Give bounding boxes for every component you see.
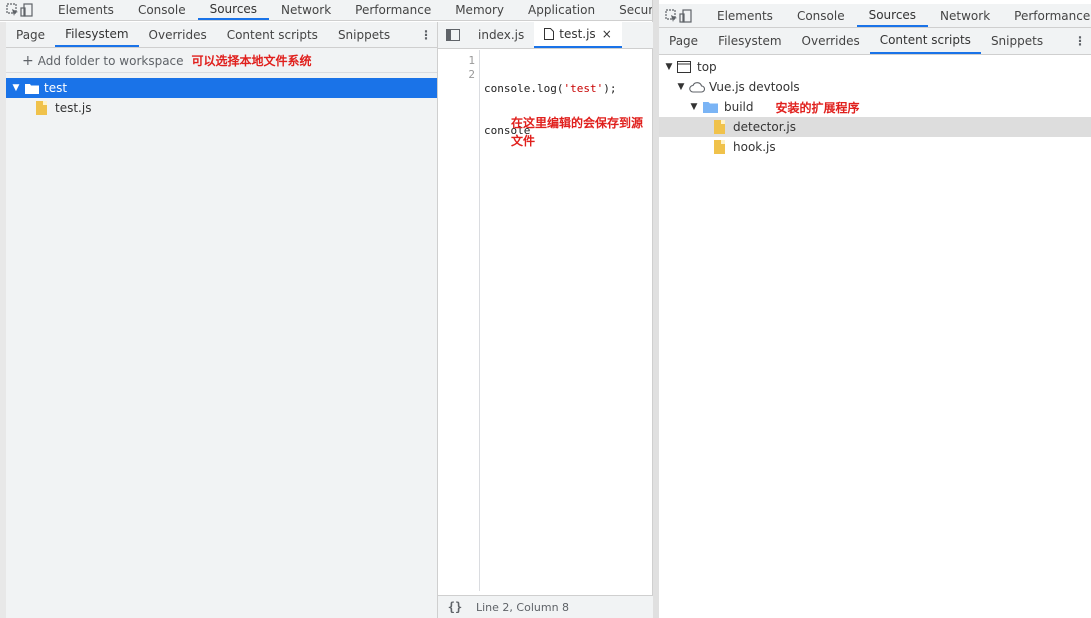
tree-file-detector-js[interactable]: detector.js xyxy=(659,117,1091,137)
more-options-icon[interactable]: ⋮ xyxy=(1069,28,1091,54)
tab-memory[interactable]: Memory xyxy=(443,0,516,20)
editor-tab-bar: index.js test.js × xyxy=(438,22,653,49)
add-folder-to-workspace-button[interactable]: + Add folder to workspace 可以选择本地文件系统 xyxy=(6,49,437,73)
main-toolbar: Elements Console Sources Network Perform… xyxy=(0,0,652,21)
navigator-tabs: Page Filesystem Overrides Content script… xyxy=(6,22,437,48)
device-toolbar-icon[interactable] xyxy=(679,4,693,27)
tab-elements[interactable]: Elements xyxy=(705,4,785,27)
tab-sources[interactable]: Sources xyxy=(197,0,270,20)
chevron-down-icon[interactable]: ▼ xyxy=(675,82,687,92)
tab-network[interactable]: Network xyxy=(928,4,1002,27)
tab-security[interactable]: Security xyxy=(607,0,652,20)
nav-tab-snippets[interactable]: Snippets xyxy=(328,22,400,47)
editor-tab-test-js[interactable]: test.js × xyxy=(534,22,622,48)
nav-tab-page[interactable]: Page xyxy=(6,22,55,47)
annotation-extension: 安装的扩展程序 xyxy=(775,100,860,115)
tab-console[interactable]: Console xyxy=(785,4,857,27)
tree-folder-build[interactable]: ▼ build 安装的扩展程序 xyxy=(688,97,860,117)
chevron-down-icon[interactable]: ▼ xyxy=(10,83,22,93)
nav-tab-snippets[interactable]: Snippets xyxy=(981,28,1053,54)
tab-sources[interactable]: Sources xyxy=(856,4,929,27)
pretty-print-button[interactable]: {} xyxy=(438,600,472,614)
cursor-position: Line 2, Column 8 xyxy=(476,600,570,614)
cloud-icon xyxy=(689,82,705,93)
tab-performance[interactable]: Performance xyxy=(1002,4,1091,27)
close-icon[interactable]: × xyxy=(602,27,612,41)
nav-tab-overrides[interactable]: Overrides xyxy=(792,28,870,54)
string-literal: 'test' xyxy=(563,82,604,95)
file-icon xyxy=(714,120,725,134)
tree-folder-label: test xyxy=(44,81,68,95)
tree-file-hook-js[interactable]: hook.js xyxy=(714,137,776,157)
tree-extension-label: Vue.js devtools xyxy=(709,80,800,94)
more-options-icon[interactable]: ⋮ xyxy=(415,22,437,47)
main-toolbar: Elements Console Sources Network Perform… xyxy=(659,4,1091,28)
annotation-editor: 在这里编辑的会保存到源文件 xyxy=(511,116,644,148)
inspect-element-icon[interactable] xyxy=(6,0,20,20)
left-devtools-window: Elements Console Sources Network Perform… xyxy=(0,0,653,618)
annotation-filesystem: 可以选择本地文件系统 xyxy=(191,54,312,68)
add-folder-label: Add folder to workspace xyxy=(37,53,184,68)
navigator-tabs: Page Filesystem Overrides Content script… xyxy=(659,28,1091,55)
nav-tab-page[interactable]: Page xyxy=(659,28,708,54)
chevron-down-icon[interactable]: ▼ xyxy=(688,102,700,112)
line-number: 2 xyxy=(468,68,475,81)
tree-frame-label: top xyxy=(697,60,717,74)
toggle-navigator-icon[interactable] xyxy=(438,22,468,48)
nav-tab-filesystem[interactable]: Filesystem xyxy=(55,22,139,47)
tab-elements[interactable]: Elements xyxy=(46,0,126,20)
editor-status-bar: {} Line 2, Column 8 xyxy=(438,595,653,618)
tree-file-label: detector.js xyxy=(733,120,796,134)
inspect-element-icon[interactable] xyxy=(665,4,679,27)
tree-folder-label: build xyxy=(724,100,754,114)
tree-frame-top[interactable]: ▼ top xyxy=(663,57,717,77)
tab-network[interactable]: Network xyxy=(269,0,343,20)
chevron-down-icon[interactable]: ▼ xyxy=(663,62,675,72)
file-icon xyxy=(544,28,555,40)
code-line[interactable]: console.log('test'); xyxy=(484,82,616,96)
tree-file-test-js[interactable]: test.js xyxy=(36,98,436,118)
sources-navigator: Page Filesystem Overrides Content script… xyxy=(6,22,437,618)
nav-tab-overrides[interactable]: Overrides xyxy=(139,22,217,47)
frame-icon xyxy=(677,61,691,73)
right-devtools-window: Elements Console Sources Network Perform… xyxy=(653,0,1091,618)
plus-icon: + xyxy=(22,52,34,69)
tree-folder-test[interactable]: ▼ test xyxy=(6,78,437,98)
device-toolbar-icon[interactable] xyxy=(20,0,34,20)
tab-console[interactable]: Console xyxy=(126,0,198,20)
tab-application[interactable]: Application xyxy=(516,0,607,20)
code-editor-panel: index.js test.js × 1 2 console.log('test… xyxy=(437,22,653,618)
nav-tab-content-scripts[interactable]: Content scripts xyxy=(869,28,981,54)
line-number: 1 xyxy=(468,54,475,67)
file-icon xyxy=(714,140,725,154)
editor-tab-label: test.js xyxy=(559,27,596,41)
folder-icon xyxy=(25,83,39,94)
tab-performance[interactable]: Performance xyxy=(343,0,443,20)
tree-file-label: hook.js xyxy=(733,140,776,154)
nav-tab-filesystem[interactable]: Filesystem xyxy=(708,28,791,54)
editor-tab-index-js[interactable]: index.js xyxy=(468,22,534,48)
line-number-gutter: 1 2 xyxy=(438,50,480,591)
tree-extension-vue-devtools[interactable]: ▼ Vue.js devtools xyxy=(675,77,800,97)
folder-icon xyxy=(703,102,718,113)
tree-file-label: test.js xyxy=(55,101,92,115)
file-icon xyxy=(36,101,47,115)
nav-tab-content-scripts[interactable]: Content scripts xyxy=(217,22,328,47)
